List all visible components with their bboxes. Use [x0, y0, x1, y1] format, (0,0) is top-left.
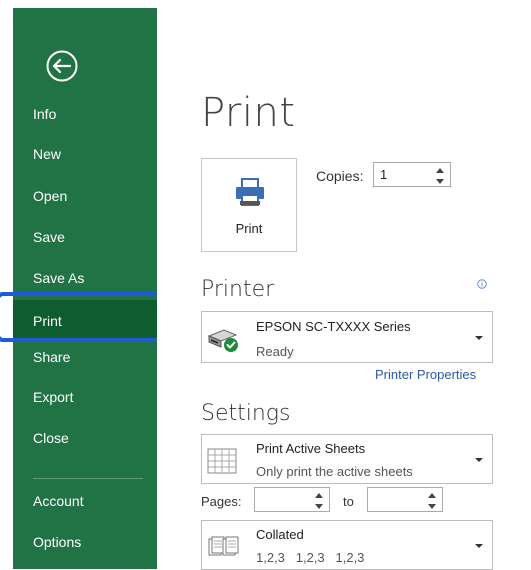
nav-save[interactable]: Save	[13, 222, 157, 252]
nav-info[interactable]: Info	[13, 99, 157, 129]
print-button-label: Print	[235, 221, 263, 236]
nav-close[interactable]: Close	[13, 423, 157, 453]
nav-share[interactable]: Share	[13, 342, 157, 372]
pages-from-stepper[interactable]	[254, 487, 330, 512]
nav-open[interactable]: Open	[13, 181, 157, 211]
printer-name: EPSON SC-TXXXX Series	[256, 319, 411, 334]
nav-account[interactable]: Account	[13, 486, 157, 516]
printer-ready-icon	[207, 329, 238, 352]
printer-properties-link[interactable]: Printer Properties	[375, 367, 476, 382]
copies-value: 1	[380, 167, 388, 182]
collation-title: Collated	[256, 527, 304, 542]
printer-icon	[236, 178, 264, 206]
info-icon[interactable]	[477, 279, 487, 289]
print-panel: Print Print Copies: 1 Printer EPSON SC-T…	[157, 8, 531, 570]
print-button[interactable]: Print	[201, 158, 297, 252]
print-scope-title: Print Active Sheets	[256, 441, 366, 456]
collation-subtitle: 1,2,3 1,2,3 1,2,3	[256, 550, 365, 565]
back-button[interactable]	[42, 46, 82, 86]
page-title: Print	[201, 90, 296, 136]
stepper-arrows-icon[interactable]	[434, 165, 446, 187]
printer-status: Ready	[256, 344, 294, 359]
chevron-down-icon	[475, 336, 483, 340]
chevron-down-icon	[475, 458, 483, 462]
back-arrow-circle-icon	[46, 50, 78, 82]
print-scope-dropdown[interactable]: Print Active Sheets Only print the activ…	[201, 434, 493, 484]
nav-new[interactable]: New	[13, 139, 157, 169]
backstage-sidebar: Info New Open Save Save As Print Share E…	[13, 8, 157, 569]
print-scope-subtitle: Only print the active sheets	[256, 464, 413, 479]
nav-divider	[33, 478, 143, 479]
stepper-arrows-icon[interactable]	[313, 490, 325, 512]
nav-save-as[interactable]: Save As	[13, 263, 157, 293]
collated-pages-icon	[208, 536, 239, 556]
chevron-down-icon	[475, 544, 483, 548]
nav-options[interactable]: Options	[13, 527, 157, 557]
nav-export[interactable]: Export	[13, 382, 157, 412]
copies-label: Copies:	[316, 168, 364, 184]
pages-to-label: to	[343, 494, 354, 509]
sheet-grid-icon	[207, 448, 237, 474]
copies-stepper[interactable]: 1	[373, 162, 451, 187]
printer-section-title: Printer	[201, 277, 275, 302]
printer-dropdown[interactable]: EPSON SC-TXXXX Series Ready	[201, 311, 493, 363]
pages-to-stepper[interactable]	[367, 487, 443, 512]
stepper-arrows-icon[interactable]	[426, 490, 438, 512]
selection-highlight-outline	[0, 292, 165, 342]
pages-label: Pages:	[201, 494, 242, 509]
collation-dropdown[interactable]: Collated 1,2,3 1,2,3 1,2,3	[201, 520, 493, 570]
settings-section-title: Settings	[201, 401, 291, 426]
